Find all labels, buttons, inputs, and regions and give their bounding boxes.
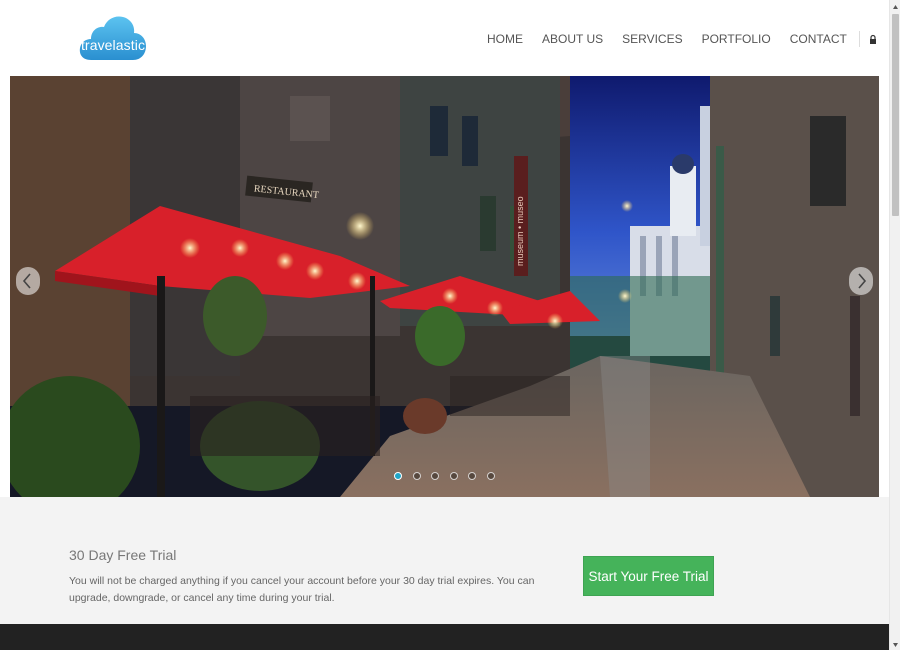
slider-dot-5[interactable]	[468, 472, 476, 480]
main-nav: HOME ABOUT US SERVICES PORTFOLIO CONTACT	[487, 30, 877, 48]
nav-about-us[interactable]: ABOUT US	[542, 32, 603, 46]
trial-description: You will not be charged anything if you …	[69, 575, 535, 604]
scrollbar-thumb[interactable]	[892, 14, 899, 216]
scroll-down-arrow-icon[interactable]	[890, 638, 900, 650]
lock-icon[interactable]	[869, 33, 877, 45]
chevron-left-icon	[22, 273, 31, 289]
trial-title: 30 Day Free Trial	[69, 547, 177, 563]
chevron-right-icon	[858, 273, 867, 289]
nav-divider	[858, 31, 860, 47]
slider-dot-4[interactable]	[449, 472, 458, 480]
hero-slider[interactable]: museum • museo RESTAURANT	[10, 76, 879, 497]
museum-banner-text: museum • museo	[515, 196, 525, 266]
nav-contact[interactable]: CONTACT	[790, 32, 847, 46]
slider-dot-1[interactable]	[394, 472, 402, 480]
free-trial-section: 30 Day Free Trial You will not be charge…	[0, 497, 889, 624]
street-scene-image: museum • museo RESTAURANT	[10, 76, 879, 497]
site-footer	[0, 624, 889, 650]
nav-home[interactable]: HOME	[487, 32, 523, 46]
slider-dot-3[interactable]	[431, 472, 439, 480]
slider-dot-2[interactable]	[412, 472, 421, 480]
slider-pagination	[394, 472, 505, 480]
slider-dot-6[interactable]	[486, 472, 495, 480]
slider-prev-button[interactable]	[16, 267, 40, 295]
brand-name: travelastic	[80, 37, 146, 53]
scroll-up-arrow-icon[interactable]	[890, 0, 900, 12]
brand-logo[interactable]: travelastic	[79, 14, 147, 62]
slider-next-button[interactable]	[849, 267, 873, 295]
page-scrollbar[interactable]	[889, 0, 900, 650]
nav-portfolio[interactable]: PORTFOLIO	[702, 32, 771, 46]
nav-services[interactable]: SERVICES	[622, 32, 682, 46]
site-header: travelastic HOME ABOUT US SERVICES PORTF…	[0, 0, 889, 76]
start-free-trial-button[interactable]: Start Your Free Trial	[583, 556, 714, 596]
